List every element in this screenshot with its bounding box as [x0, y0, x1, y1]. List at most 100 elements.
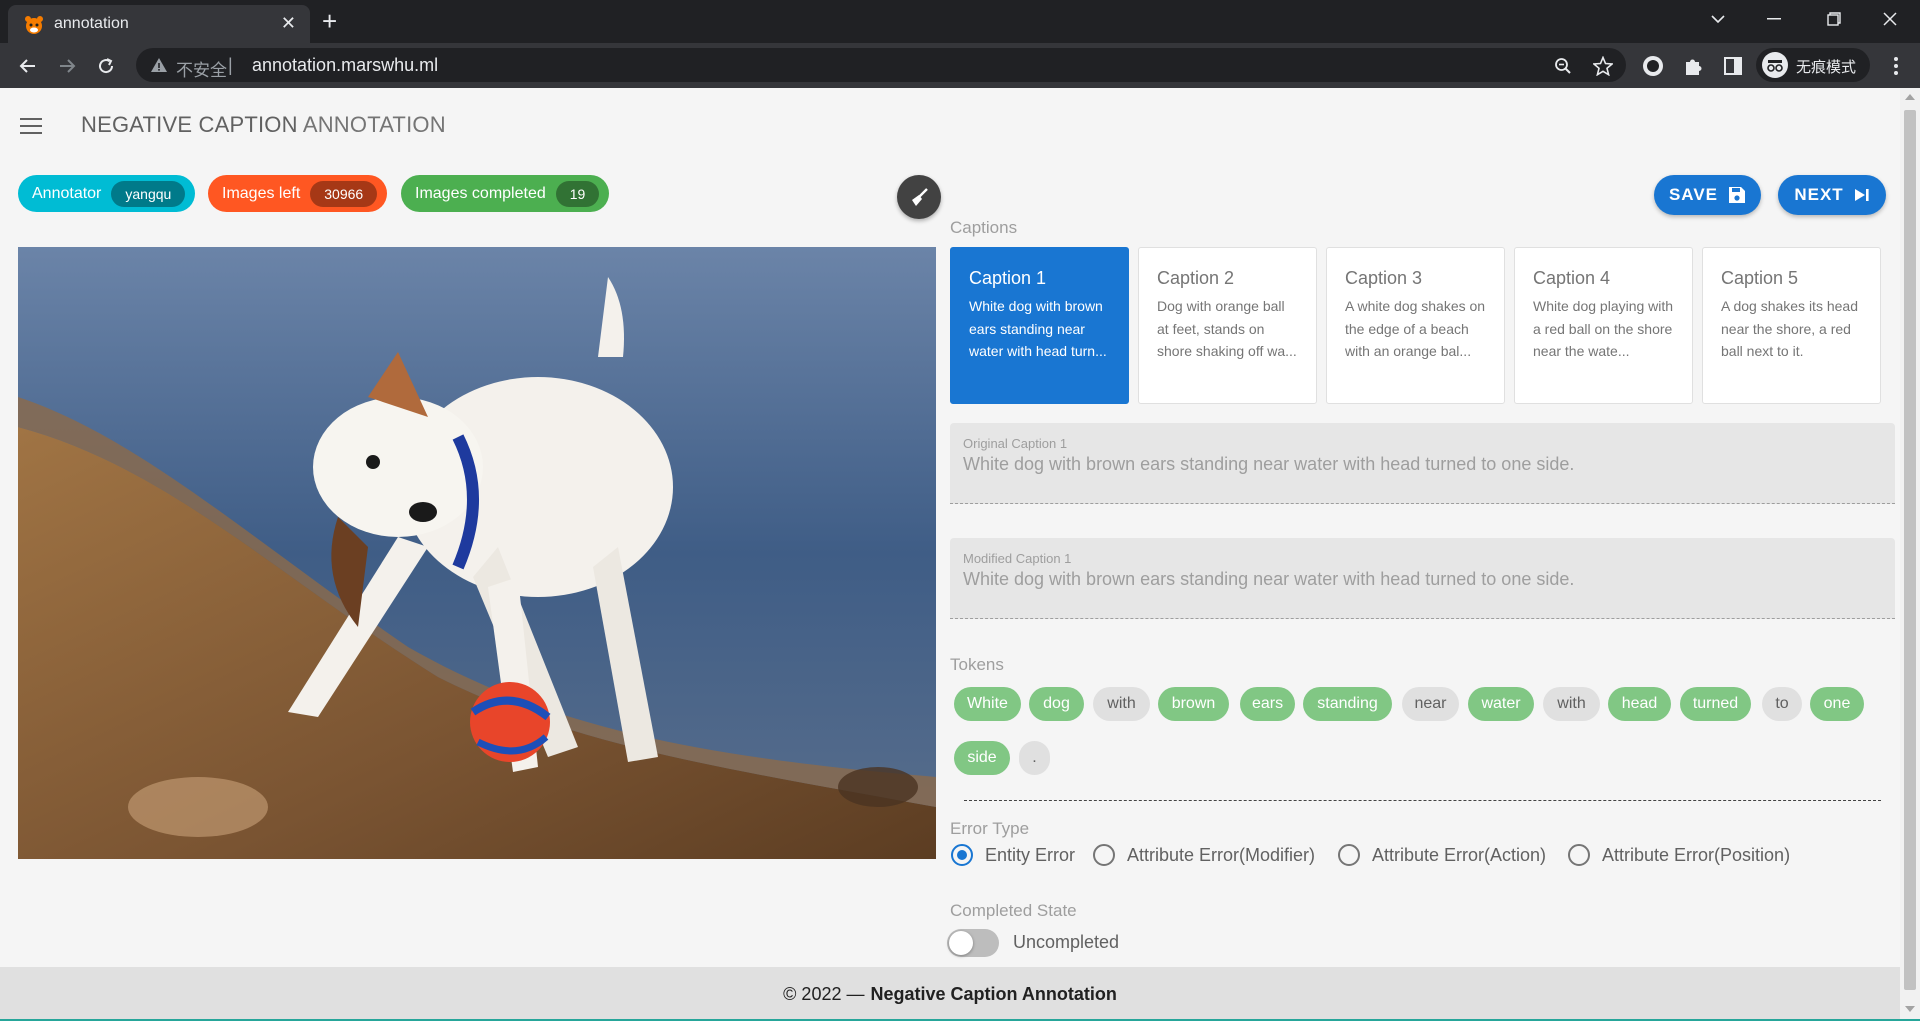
token-chip[interactable]: one — [1810, 687, 1864, 721]
captions-section-label: Captions — [950, 218, 1018, 237]
caption-card-4[interactable]: Caption 4 White dog playing with a red b… — [1514, 247, 1693, 404]
page-title-light: ANNOTATION — [302, 112, 446, 137]
skip-next-icon — [1854, 189, 1869, 201]
radio-label: Attribute Error(Position) — [1602, 844, 1791, 865]
tokens-divider — [964, 800, 1881, 801]
token-chip[interactable]: near — [1402, 687, 1459, 721]
token-chip[interactable]: dog — [1029, 687, 1084, 721]
save-label: SAVE — [1668, 185, 1719, 204]
minimize-icon[interactable] — [1746, 0, 1802, 38]
original-caption-value: White dog with brown ears standing near … — [963, 454, 1575, 474]
images-left-badge: 30966 — [310, 180, 378, 207]
images-left-label: Images left — [222, 184, 301, 202]
token-chip[interactable]: ears — [1240, 687, 1295, 721]
caption-card-2[interactable]: Caption 2 Dog with orange ball at feet, … — [1138, 247, 1317, 404]
completed-toggle[interactable] — [945, 928, 999, 958]
address-bar[interactable]: 不安全 | annotation.marswhu.ml — [136, 48, 1626, 82]
radio-attribute-error-action[interactable]: Attribute Error(Action) — [1338, 842, 1546, 868]
incognito-icon — [1762, 52, 1788, 78]
forward-icon[interactable] — [53, 52, 81, 80]
radio-unchecked-icon — [1568, 844, 1590, 866]
browser-toolbar: 不安全 | annotation.marswhu.ml 无痕模式 — [0, 43, 1920, 88]
caption-card-text: White dog with brown ears standing near … — [969, 298, 1107, 359]
browser-tab-strip: annotation ✕ + — [0, 0, 1920, 43]
page-scrollbar[interactable] — [1900, 88, 1920, 1021]
annotator-label: Annotator — [32, 184, 102, 202]
app-page: NEGATIVE CAPTION ANNOTATION Annotator ya… — [0, 88, 1900, 1021]
restore-icon[interactable] — [1806, 0, 1862, 38]
token-chip[interactable]: turned — [1680, 687, 1751, 721]
zoom-icon[interactable] — [1552, 55, 1574, 77]
side-panel-icon[interactable] — [1721, 54, 1745, 78]
scroll-thumb[interactable] — [1904, 110, 1916, 990]
page-title: NEGATIVE CAPTION ANNOTATION — [81, 112, 446, 138]
annotation-image — [18, 247, 936, 859]
caption-card-text: White dog playing with a red ball on the… — [1533, 298, 1674, 359]
caption-card-title: Caption 4 — [1533, 268, 1611, 288]
browser-menu-icon[interactable] — [1884, 54, 1908, 78]
token-chip[interactable]: White — [954, 687, 1021, 721]
radio-label: Attribute Error(Action) — [1372, 844, 1547, 865]
extension-circle-icon[interactable] — [1641, 54, 1665, 78]
tab-search-icon[interactable] — [1690, 0, 1746, 38]
completed-state-section-label: Completed State — [950, 901, 1077, 920]
close-tab-icon[interactable]: ✕ — [281, 13, 296, 33]
radio-label: Entity Error — [985, 844, 1076, 865]
modified-caption-label: Modified Caption 1 — [963, 551, 1072, 566]
original-caption-field[interactable]: Original Caption 1 White dog with brown … — [950, 423, 1895, 504]
next-button[interactable]: NEXT — [1778, 175, 1886, 215]
scroll-down-icon[interactable] — [1905, 1006, 1915, 1012]
radio-checked-icon — [951, 844, 973, 866]
tiger-favicon-icon — [25, 16, 43, 34]
close-window-icon[interactable] — [1862, 0, 1918, 38]
browser-tab[interactable]: annotation ✕ — [8, 5, 310, 43]
completed-state-label: Uncompleted — [1013, 932, 1120, 952]
broom-icon — [912, 188, 928, 206]
caption-card-text: A white dog shakes on the edge of a beac… — [1345, 298, 1486, 359]
toggle-thumb — [949, 931, 973, 955]
caption-card-title: Caption 1 — [969, 268, 1047, 288]
images-completed-label: Images completed — [415, 184, 546, 202]
token-chip[interactable]: side — [954, 741, 1010, 775]
caption-card-title: Caption 5 — [1721, 268, 1799, 288]
modified-caption-field[interactable]: Modified Caption 1 White dog with brown … — [950, 538, 1895, 619]
menu-icon[interactable] — [20, 118, 42, 136]
token-chip[interactable]: standing — [1303, 687, 1392, 721]
token-chip[interactable]: head — [1608, 687, 1671, 721]
incognito-profile-button[interactable]: 无痕模式 — [1756, 48, 1870, 82]
caption-card-text: A dog shakes its head near the shore, a … — [1721, 298, 1858, 359]
radio-unchecked-icon — [1338, 844, 1360, 866]
annotator-chip: Annotator yangqu — [18, 175, 196, 212]
radio-entity-error[interactable]: Entity Error — [951, 842, 1075, 868]
floppy-disk-icon — [1729, 187, 1746, 203]
original-caption-label: Original Caption 1 — [963, 436, 1068, 451]
radio-attribute-error-position[interactable]: Attribute Error(Position) — [1568, 842, 1790, 868]
extensions-puzzle-icon[interactable] — [1681, 54, 1705, 78]
tokens-section-label: Tokens — [950, 655, 1004, 674]
page-footer: © 2022 — Negative Caption Annotation — [0, 967, 1900, 1021]
bookmark-star-icon[interactable] — [1592, 55, 1614, 77]
caption-card-3[interactable]: Caption 3 A white dog shakes on the edge… — [1326, 247, 1505, 404]
save-button[interactable]: SAVE — [1654, 175, 1761, 215]
tab-title: annotation — [54, 15, 129, 32]
annotator-badge: yangqu — [111, 180, 186, 207]
reload-icon[interactable] — [92, 52, 120, 80]
scroll-up-icon[interactable] — [1905, 94, 1915, 100]
token-chip[interactable]: with — [1093, 687, 1150, 721]
token-chip[interactable]: with — [1543, 687, 1600, 721]
clear-broom-button[interactable] — [897, 175, 941, 219]
radio-unchecked-icon — [1093, 844, 1115, 866]
footer-app-name: Negative Caption Annotation — [870, 983, 1117, 1004]
images-completed-badge: 19 — [555, 180, 600, 207]
radio-attribute-error-modifier[interactable]: Attribute Error(Modifier) — [1093, 842, 1315, 868]
insecure-label: 不安全 — [176, 61, 227, 81]
radio-label: Attribute Error(Modifier) — [1127, 844, 1316, 865]
caption-card-1[interactable]: Caption 1 White dog with brown ears stan… — [950, 247, 1129, 404]
caption-card-5[interactable]: Caption 5 A dog shakes its head near the… — [1702, 247, 1881, 404]
token-chip[interactable]: brown — [1158, 687, 1229, 721]
token-chip[interactable]: to — [1762, 687, 1802, 721]
new-tab-icon[interactable]: + — [322, 6, 337, 36]
back-icon[interactable] — [14, 52, 42, 80]
token-chip[interactable]: . — [1019, 741, 1050, 775]
token-chip[interactable]: water — [1468, 687, 1534, 721]
